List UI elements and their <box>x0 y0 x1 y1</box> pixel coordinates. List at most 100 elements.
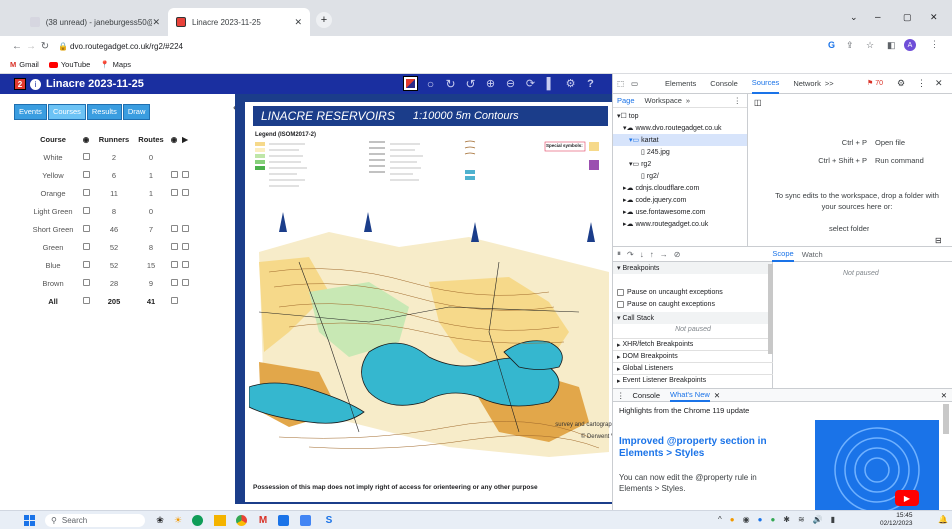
scrollbar[interactable] <box>768 264 773 354</box>
more-tabs-button[interactable]: >> <box>825 79 834 88</box>
show-course-checkbox[interactable] <box>78 278 94 288</box>
show-course-checkbox[interactable] <box>78 170 94 180</box>
section-global[interactable]: ▸ Global Listeners <box>613 362 773 374</box>
tray-app-icon[interactable]: ● <box>758 515 763 524</box>
bookmark-youtube[interactable]: YouTube <box>48 60 90 69</box>
lock-icon[interactable]: 🔒 <box>58 42 68 51</box>
subtab-page[interactable]: Page <box>617 96 635 105</box>
windows-start-icon[interactable] <box>24 515 35 526</box>
more-subtabs-icon[interactable]: » <box>686 96 690 105</box>
show-all-routes-checkbox[interactable] <box>168 296 180 306</box>
eye-icon[interactable]: ◉ <box>78 135 94 144</box>
step-icon[interactable]: → <box>660 250 668 259</box>
tray-app-icon[interactable]: ● <box>770 515 775 524</box>
forward-arrow-icon[interactable]: → <box>24 41 38 52</box>
device-toolbar-icon[interactable]: ▭ <box>631 79 647 88</box>
browser-tab-mail[interactable]: (38 unread) - janeburgess50@y ✕ <box>22 8 168 36</box>
tab-console[interactable]: Console <box>710 79 738 88</box>
back-arrow-icon[interactable]: ← <box>10 41 24 52</box>
tab-results[interactable]: Results <box>86 104 122 120</box>
section-dom[interactable]: ▸ DOM Breakpoints <box>613 350 773 362</box>
zoom-out-icon[interactable]: ⊖ <box>503 76 518 91</box>
circle-icon[interactable]: ○ <box>423 76 438 91</box>
widgets-icon[interactable]: ❀ <box>152 514 168 527</box>
column-icon[interactable]: ▌ <box>543 76 558 91</box>
tab-network[interactable]: Network <box>793 79 821 88</box>
issues-badge[interactable]: ⚑ 70 <box>867 79 883 88</box>
bookmark-maps[interactable]: 📍 Maps <box>100 60 131 69</box>
tree-item-domain[interactable]: ▾☁ www.dvo.routegadget.co.uk <box>613 122 747 134</box>
docs-icon[interactable] <box>278 515 289 526</box>
show-course-checkbox[interactable] <box>78 206 94 216</box>
tab-sources[interactable]: Sources <box>751 74 780 94</box>
replay-checkbox[interactable] <box>180 278 190 288</box>
close-devtools-icon[interactable]: ✕ <box>935 78 943 89</box>
show-routes-checkbox[interactable] <box>168 170 180 180</box>
navigator-menu-icon[interactable]: ⋮ <box>734 96 742 105</box>
taskbar-search-field[interactable]: ⚲ Search <box>45 514 145 527</box>
close-drawer-icon[interactable]: ✕ <box>941 391 947 400</box>
maximize-button[interactable]: ▢ <box>903 12 912 23</box>
chrome-icon[interactable] <box>236 515 247 526</box>
side-panel-icon[interactable]: ◧ <box>887 40 896 51</box>
step-out-icon[interactable]: ↑ <box>650 250 654 259</box>
drawer-tab-whats-new[interactable]: What's New <box>670 388 710 402</box>
tab-scope[interactable]: Scope <box>772 246 794 262</box>
gmail-icon[interactable]: M <box>256 514 270 527</box>
bookmark-gmail[interactable]: M Gmail <box>10 60 39 69</box>
pause-caught-option[interactable]: Pause on caught exceptions <box>613 298 715 310</box>
step-into-icon[interactable]: ↓ <box>640 250 644 259</box>
tree-item-kartat[interactable]: ▾▭ kartat <box>613 134 747 146</box>
show-course-checkbox[interactable] <box>78 296 94 306</box>
tray-app-icon[interactable]: ◉ <box>743 515 750 524</box>
show-routes-checkbox[interactable] <box>168 188 180 198</box>
map-frame[interactable]: LINACRE RESERVOIRS 1:10000 5m Contours L… <box>235 94 615 504</box>
tray-app-icon[interactable]: ● <box>730 515 735 524</box>
checkbox[interactable] <box>617 300 624 308</box>
tree-item-domain[interactable]: ▸☁ www.routegadget.co.uk <box>613 218 747 230</box>
tree-item-rg2[interactable]: ▯ rg2/ <box>613 170 747 182</box>
tab-courses[interactable]: Courses <box>47 104 86 120</box>
show-routes-checkbox[interactable] <box>168 242 180 252</box>
orienteering-map[interactable]: LINACRE RESERVOIRS 1:10000 5m Contours L… <box>245 102 615 502</box>
clock[interactable]: 15:45 02/12/2023 <box>880 512 913 528</box>
play-icon[interactable]: ▶ <box>180 135 190 144</box>
wifi-icon[interactable]: ≋ <box>798 515 805 524</box>
profile-avatar[interactable]: A <box>904 39 916 51</box>
rotate-right-icon[interactable]: ↻ <box>443 76 458 91</box>
weather-icon[interactable]: ☀ <box>170 514 186 527</box>
share-icon[interactable]: ⇪ <box>846 40 854 51</box>
tree-item-rg2-folder[interactable]: ▾▭ rg2 <box>613 158 747 170</box>
tree-item-domain[interactable]: ▸☁ code.jquery.com <box>613 194 747 206</box>
eye-icon[interactable]: ◉ <box>168 135 180 144</box>
show-course-checkbox[interactable] <box>78 260 94 270</box>
file-explorer-icon[interactable] <box>214 515 226 526</box>
close-tab-icon[interactable]: ✕ <box>152 17 160 28</box>
call-stack-header[interactable]: ▾ Call Stack <box>613 312 773 324</box>
tree-item-domain[interactable]: ▸☁ cdnjs.cloudflare.com <box>613 182 747 194</box>
replay-checkbox[interactable] <box>180 188 190 198</box>
show-routes-checkbox[interactable] <box>168 278 180 288</box>
deactivate-breakpoints-icon[interactable]: ⊘ <box>674 250 681 259</box>
tab-draw[interactable]: Draw <box>122 104 151 120</box>
replay-checkbox[interactable] <box>180 242 190 252</box>
tab-elements[interactable]: Elements <box>665 79 696 88</box>
tree-item-file[interactable]: ▯ 245.jpg <box>613 146 747 158</box>
new-tab-button[interactable]: + <box>316 12 332 28</box>
pause-uncaught-option[interactable]: Pause on uncaught exceptions <box>613 286 723 298</box>
show-course-checkbox[interactable] <box>78 242 94 252</box>
drawer-toggle-icon[interactable]: ⊟ <box>935 236 942 245</box>
replay-checkbox[interactable] <box>180 170 190 180</box>
whats-new-video-thumbnail[interactable]: ▶ <box>815 420 939 510</box>
url-field[interactable]: dvo.routegadget.co.uk/rg2/#224 <box>70 42 183 51</box>
show-course-checkbox[interactable] <box>78 224 94 234</box>
draw-map-icon[interactable] <box>403 76 418 91</box>
rotate-left-icon[interactable]: ↺ <box>463 76 478 91</box>
show-routes-checkbox[interactable] <box>168 260 180 270</box>
tab-search-icon[interactable]: ⌄ <box>850 12 858 23</box>
close-tab-icon[interactable]: ✕ <box>714 391 720 400</box>
show-course-checkbox[interactable] <box>78 188 94 198</box>
replay-checkbox[interactable] <box>180 260 190 270</box>
subtab-workspace[interactable]: Workspace <box>645 96 682 105</box>
help-question-icon[interactable]: ? <box>583 76 598 91</box>
